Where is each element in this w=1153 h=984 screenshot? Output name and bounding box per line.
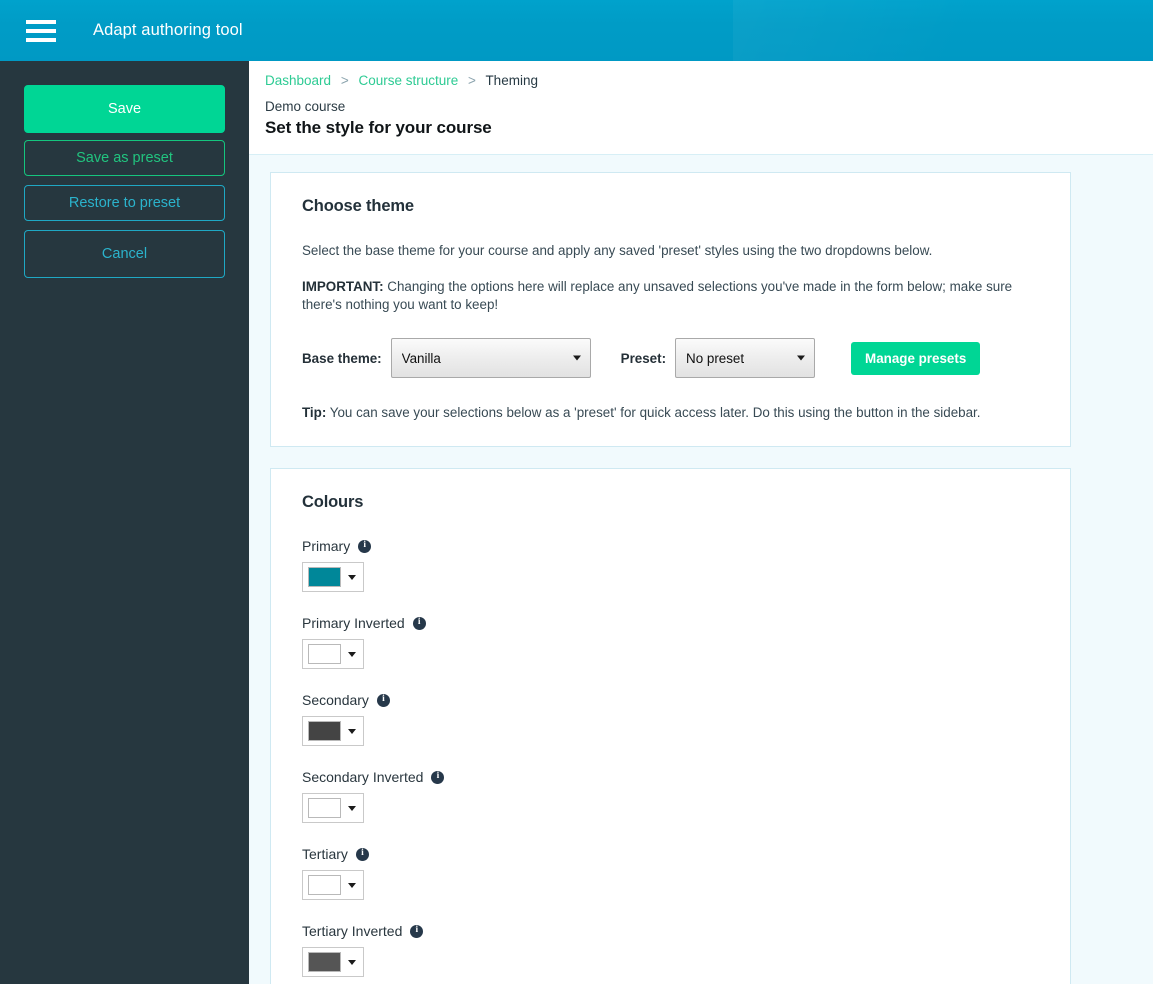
colour-swatch <box>308 798 341 818</box>
colour-swatch <box>308 952 341 972</box>
choose-theme-card: Choose theme Select the base theme for y… <box>270 172 1071 447</box>
colour-label-row: Tertiary i <box>302 846 1040 862</box>
info-icon[interactable]: i <box>410 924 424 938</box>
save-as-preset-button[interactable]: Save as preset <box>24 140 225 176</box>
cancel-button-label: Cancel <box>101 246 148 262</box>
info-icon[interactable]: i <box>376 693 390 707</box>
info-icon[interactable]: i <box>431 770 445 784</box>
breadcrumb-item-theming: Theming <box>485 73 538 88</box>
page-header: Dashboard > Course structure > Theming D… <box>249 61 1153 155</box>
preset-select-wrapper: No preset <box>675 338 816 378</box>
chevron-down-icon <box>348 882 356 888</box>
colour-picker-secondary[interactable] <box>302 716 364 746</box>
course-name: Demo course <box>265 99 346 114</box>
info-icon[interactable]: i <box>412 616 426 630</box>
important-label: IMPORTANT: <box>302 279 384 294</box>
info-icon[interactable]: i <box>355 847 369 861</box>
choose-theme-heading: Choose theme <box>302 197 414 215</box>
base-theme-select-wrapper: Vanilla <box>390 338 591 378</box>
colour-picker-tertiary[interactable] <box>302 870 364 900</box>
choose-theme-tip: Tip: You can save your selections below … <box>302 404 1040 422</box>
manage-presets-button[interactable]: Manage presets <box>851 341 981 375</box>
top-navigation-bar: Adapt authoring tool <box>0 0 1153 61</box>
hamburger-bar <box>26 19 56 24</box>
hamburger-bar <box>26 37 56 42</box>
colour-label-row: Secondary i <box>302 692 1040 708</box>
colour-label: Tertiary Inverted <box>302 923 403 939</box>
restore-to-preset-button-label: Restore to preset <box>68 195 181 211</box>
theme-selection-row: Base theme: Vanilla Preset: No preset Ma… <box>302 338 1040 378</box>
save-button[interactable]: Save <box>24 85 225 133</box>
page-title: Set the style for your course <box>265 118 492 137</box>
chevron-down-icon <box>348 959 356 965</box>
breadcrumb-separator: > <box>468 73 476 88</box>
colour-field-primary: Primary i <box>302 538 1040 592</box>
chevron-down-icon <box>348 805 356 811</box>
colour-field-secondary-inverted: Secondary Inverted i <box>302 769 1040 823</box>
cancel-button[interactable]: Cancel <box>24 230 225 278</box>
colour-label: Tertiary <box>302 846 348 862</box>
chevron-down-icon <box>348 574 356 580</box>
main-content: Dashboard > Course structure > Theming D… <box>249 61 1153 984</box>
colours-card: Colours Primary i Primary Inverted i Sec… <box>270 468 1071 984</box>
important-text: Changing the options here will replace a… <box>302 279 1013 312</box>
info-icon[interactable]: i <box>358 539 372 553</box>
colours-heading: Colours <box>302 493 364 511</box>
colour-label-row: Tertiary Inverted i <box>302 923 1040 939</box>
breadcrumb-item-course-structure[interactable]: Course structure <box>358 73 458 88</box>
sidebar: Save Save as preset Restore to preset Ca… <box>0 61 249 984</box>
colour-field-tertiary-inverted: Tertiary Inverted i <box>302 923 1040 977</box>
colour-label: Secondary <box>302 692 369 708</box>
save-button-label: Save <box>107 101 142 117</box>
colour-picker-primary[interactable] <box>302 562 364 592</box>
save-as-preset-button-label: Save as preset <box>76 150 173 166</box>
colour-label-row: Secondary Inverted i <box>302 769 1040 785</box>
colour-picker-tertiary-inverted[interactable] <box>302 947 364 977</box>
colour-label: Primary <box>302 538 351 554</box>
preset-select[interactable]: No preset <box>675 338 816 378</box>
restore-to-preset-button[interactable]: Restore to preset <box>24 185 225 221</box>
colour-field-primary-inverted: Primary Inverted i <box>302 615 1040 669</box>
choose-theme-important: IMPORTANT: Changing the options here wil… <box>302 278 1040 314</box>
colour-label: Primary Inverted <box>302 615 405 631</box>
colour-label-row: Primary i <box>302 538 1040 554</box>
base-theme-label: Base theme: <box>302 350 382 366</box>
colour-picker-secondary-inverted[interactable] <box>302 793 364 823</box>
colour-label: Secondary Inverted <box>302 769 424 785</box>
chevron-down-icon <box>348 651 356 657</box>
hamburger-menu-icon[interactable] <box>18 11 64 51</box>
colour-swatch <box>308 567 341 587</box>
breadcrumb-separator: > <box>340 73 349 88</box>
app-title: Adapt authoring tool <box>93 21 243 39</box>
colour-swatch <box>308 644 341 664</box>
colour-picker-primary-inverted[interactable] <box>302 639 364 669</box>
breadcrumb: Dashboard > Course structure > Theming <box>265 73 1153 98</box>
colour-field-tertiary: Tertiary i <box>302 846 1040 900</box>
colour-swatch <box>308 721 341 741</box>
content-scroll-area: Choose theme Select the base theme for y… <box>249 155 1153 984</box>
hamburger-bar <box>26 28 56 33</box>
base-theme-select[interactable]: Vanilla <box>390 338 591 378</box>
choose-theme-intro: Select the base theme for your course an… <box>302 243 933 258</box>
colour-field-secondary: Secondary i <box>302 692 1040 746</box>
breadcrumb-item-dashboard[interactable]: Dashboard <box>265 73 331 88</box>
colour-label-row: Primary Inverted i <box>302 615 1040 631</box>
colour-swatch <box>308 875 341 895</box>
chevron-down-icon <box>348 728 356 734</box>
tip-text: You can save your selections below as a … <box>326 405 981 420</box>
tip-label: Tip: <box>302 405 327 420</box>
preset-label: Preset: <box>620 350 667 366</box>
